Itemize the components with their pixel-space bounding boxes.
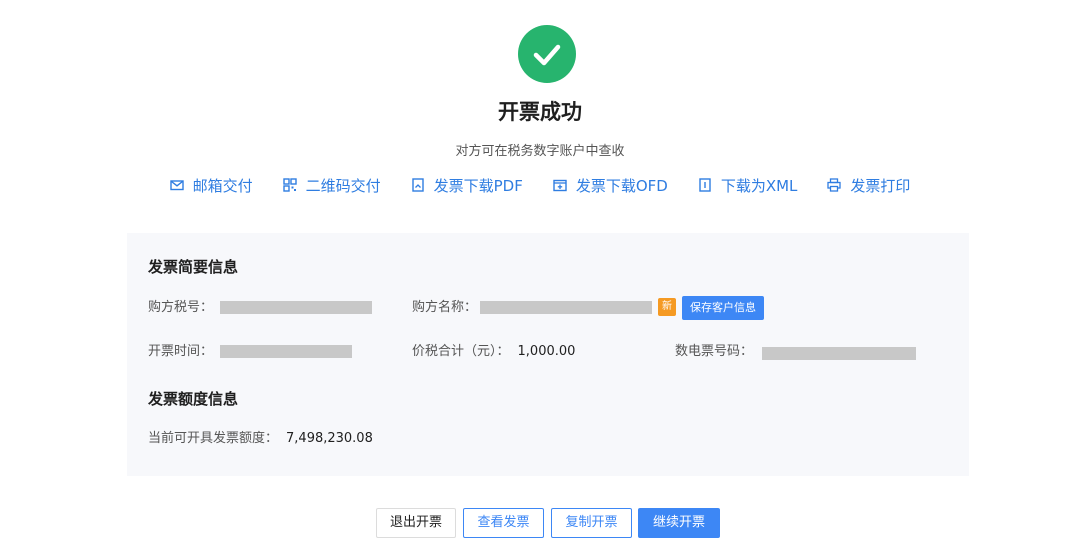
pdf-download-link[interactable]: 发票下载PDF [411,175,523,196]
invoice-number-field: 数电票号码： [675,343,753,361]
total-amount-label: 价税合计（元）： [412,344,510,359]
qrcode-delivery-label: 二维码交付 [305,176,381,195]
total-amount-field: 价税合计（元）： 1,000.00 [412,343,575,361]
buyer-name-field: 购方名称： [412,299,477,317]
success-check-icon [518,25,576,83]
issue-time-field: 开票时间： [148,343,213,361]
buyer-name-redacted [480,301,652,314]
available-quota-label: 当前可开具发票额度： [148,431,279,446]
email-delivery-label: 邮箱交付 [192,176,253,195]
print-invoice-label: 发票打印 [850,176,911,195]
page-title: 开票成功 [498,100,582,124]
quota-section-title: 发票额度信息 [148,390,239,408]
mail-icon [169,178,184,192]
xml-download-link[interactable]: 下载为XML [698,175,798,196]
copy-invoice-button[interactable]: 复制开票 [551,508,632,538]
buyer-name-label: 购方名称： [412,300,478,315]
total-amount-value: 1,000.00 [517,344,576,359]
available-quota-field: 当前可开具发票额度： 7,498,230.08 [148,430,373,448]
buyer-tax-no-field: 购方税号： [148,299,213,317]
summary-section-title: 发票简要信息 [148,258,239,276]
buyer-tax-no-label: 购方税号： [148,300,214,315]
exit-invoicing-button[interactable]: 退出开票 [376,508,456,538]
invoice-number-redacted [762,347,916,360]
ofd-download-link[interactable]: 发票下载OFD [553,175,668,196]
save-customer-button[interactable]: 保存客户信息 [682,296,764,320]
print-invoice-link[interactable]: 发票打印 [827,175,910,196]
invoice-success-page: 开票成功 对方可在税务数字账户中查收 邮箱交付 二维码交付 发票下载PDF 发票… [0,0,1080,548]
ofd-download-label: 发票下载OFD [575,176,668,195]
issue-time-label: 开票时间： [148,344,214,359]
invoice-info-panel: 发票简要信息 购方税号： 购方名称： 新 保存客户信息 开票时间： 价税合计（元… [127,233,969,476]
view-invoice-button[interactable]: 查看发票 [463,508,544,538]
invoice-number-label: 数电票号码： [675,344,754,359]
pdf-download-icon [411,178,425,192]
printer-icon [827,178,842,192]
ofd-download-icon [553,178,567,192]
pdf-download-label: 发票下载PDF [433,176,523,195]
xml-download-label: 下载为XML [720,176,798,195]
new-badge: 新 [658,298,676,316]
buyer-tax-no-redacted [220,301,372,314]
available-quota-value: 7,498,230.08 [286,431,373,446]
qrcode-icon [282,178,297,192]
issue-time-redacted [220,345,352,358]
email-delivery-link[interactable]: 邮箱交付 [169,175,253,196]
qrcode-delivery-link[interactable]: 二维码交付 [282,175,381,196]
page-subtitle: 对方可在税务数字账户中查收 [455,144,625,159]
xml-download-icon [698,178,712,192]
delivery-actions: 邮箱交付 二维码交付 发票下载PDF 发票下载OFD 下载为XML 发票打印 [0,172,1080,198]
continue-invoicing-button[interactable]: 继续开票 [638,508,720,538]
